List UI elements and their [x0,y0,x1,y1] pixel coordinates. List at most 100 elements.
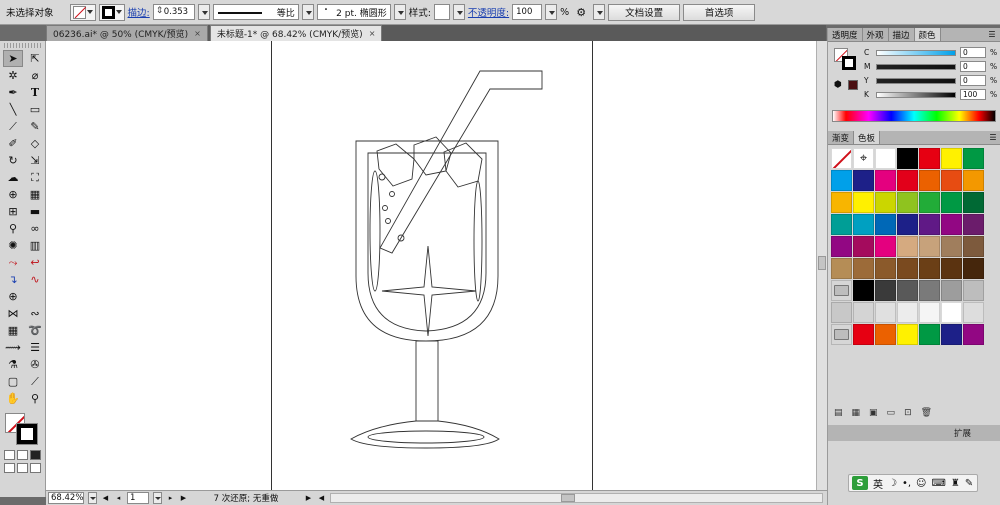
glass-bowl-inner[interactable] [367,152,487,332]
stroke-weight-input[interactable]: 0.353 [152,4,195,20]
swatch[interactable] [919,192,940,213]
plugin-tool-c-icon[interactable]: ↴ [3,271,23,288]
swatch-library-icon[interactable]: ▤ [834,408,843,418]
scroll-left-icon[interactable]: ◀ [317,492,326,504]
swatch[interactable] [919,258,940,279]
yellow-input[interactable]: 0 [960,75,986,86]
artboard-number-input[interactable]: 1 [127,492,149,504]
swatch[interactable] [941,192,962,213]
recolor-artwork-icon[interactable]: ⚙ [572,4,590,21]
measure-tool-icon[interactable]: ✇ [25,356,45,373]
swatch[interactable] [853,214,874,235]
swatch[interactable] [875,148,896,169]
swatch[interactable] [853,236,874,257]
swatch[interactable] [897,236,918,257]
eyedropper-tool-icon[interactable]: ⚲ [3,220,23,237]
tab-stroke[interactable]: 描边 [889,28,915,41]
swatch[interactable] [941,324,962,345]
gradient-tool-icon[interactable]: ▬ [25,203,45,220]
draw-inside-icon[interactable] [30,463,41,473]
twirl-tool-icon[interactable]: ➰ [25,322,45,339]
swatch[interactable] [853,192,874,213]
panel-grip[interactable] [4,43,41,48]
swatch[interactable] [941,170,962,191]
graphic-style-swatch[interactable] [433,4,450,20]
ime-tools-icon[interactable]: ✎ [965,478,973,489]
swatch[interactable] [853,280,874,301]
blob-brush-tool-icon[interactable]: ✐ [3,135,23,152]
paintbrush-tool-icon[interactable]: ⟋ [3,118,23,135]
glass-stem[interactable] [415,340,439,422]
swatch[interactable] [875,214,896,235]
plugin-tool-b-icon[interactable]: ↩ [25,254,45,271]
swatch[interactable] [897,192,918,213]
right-highlight[interactable] [473,180,483,302]
align-tool-icon[interactable]: ☰ [25,339,45,356]
ime-shirt-icon[interactable]: ♜ [951,478,960,489]
fill-stroke-selector[interactable] [0,411,45,447]
swatch[interactable] [963,280,984,301]
swatch[interactable] [941,236,962,257]
swatch[interactable] [875,258,896,279]
free-transform-tool-icon[interactable]: ⛶ [25,169,45,186]
gradient-mode-icon[interactable] [17,450,28,460]
swatch[interactable] [897,148,918,169]
type-tool-icon[interactable]: T [25,84,45,101]
swatch[interactable] [919,324,940,345]
swatch[interactable] [875,280,896,301]
ime-language[interactable]: 英 [873,476,883,491]
swatch[interactable] [897,214,918,235]
straw[interactable] [379,70,543,254]
zoom-input[interactable]: 68.42% [48,492,84,504]
scroll-thumb[interactable] [818,256,826,270]
panel-menu-icon[interactable]: ☰ [985,131,1000,144]
none-mode-icon[interactable] [30,450,41,460]
ime-emoji-icon[interactable]: ☺ [916,478,926,489]
preferences-button[interactable]: 首选项 [683,3,756,21]
pencil-tool-icon[interactable]: ✎ [25,118,45,135]
brush-definition[interactable]: 2 pt. 椭圆形 [316,2,391,20]
ice-cube-3[interactable] [443,142,483,188]
swatch[interactable] [853,302,874,323]
swatch[interactable] [963,192,984,213]
close-icon[interactable]: × [369,29,376,38]
ime-punct-icon[interactable]: •, [902,478,911,489]
magic-wand-tool-icon[interactable]: ✲ [3,67,23,84]
bowtie-tool-icon[interactable]: ⋈ [3,305,23,322]
tab-color[interactable]: 颜色 [914,28,941,41]
swatch[interactable] [853,258,874,279]
swatch[interactable] [919,214,940,235]
magenta-slider[interactable] [876,63,956,70]
swatch[interactable] [831,302,852,323]
blend-tool-icon[interactable]: ∞ [25,220,45,237]
swatch[interactable] [875,192,896,213]
swatch[interactable] [919,148,940,169]
grid-tool-icon[interactable]: ▦ [3,322,23,339]
zoom-tool-icon[interactable]: ⚲ [25,390,45,407]
swatch[interactable] [941,214,962,235]
swatch-registration[interactable]: ⌖ [853,148,874,169]
color-spectrum-bar[interactable] [832,110,996,122]
swatch[interactable] [897,280,918,301]
eraser-tool-icon[interactable]: ◇ [25,135,45,152]
stroke-weight-dropdown[interactable] [197,4,210,20]
cyan-input[interactable]: 0 [960,47,986,58]
yellow-slider[interactable] [876,77,956,84]
swatch[interactable] [831,214,852,235]
swatch[interactable] [897,302,918,323]
tab-06236[interactable]: 06236.ai* @ 50% (CMYK/预览) × [46,25,208,41]
warp-tool-icon[interactable]: ☁ [3,169,23,186]
slice-tool-icon[interactable]: ⟋ [25,373,45,390]
horizontal-scrollbar[interactable] [330,493,823,503]
swatch[interactable] [941,148,962,169]
tab-gradient[interactable]: 渐变 [828,131,855,144]
swatch-none[interactable] [831,148,852,169]
graph-tool-icon[interactable]: ⟿ [3,339,23,356]
stroke-black-icon[interactable] [16,423,38,445]
profile-dropdown[interactable] [301,4,314,20]
out-of-gamut-icon[interactable]: ⬢ [834,80,842,90]
glass-bowl-outer[interactable] [355,140,499,342]
close-icon[interactable]: × [194,29,201,38]
swatch[interactable] [831,236,852,257]
black-input[interactable]: 100 [960,89,986,100]
